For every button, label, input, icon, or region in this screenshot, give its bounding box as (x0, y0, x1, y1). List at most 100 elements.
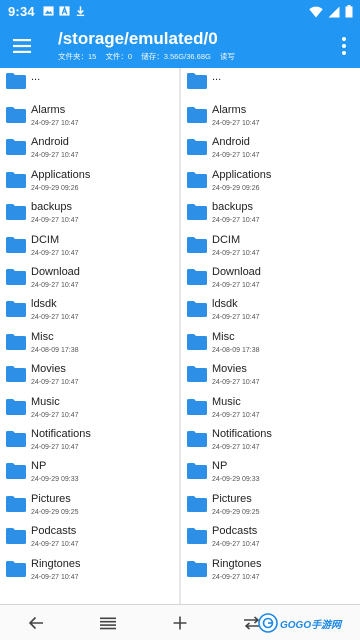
menu-button[interactable] (6, 30, 38, 62)
folder-name: Misc (31, 330, 54, 343)
folder-icon (6, 204, 26, 221)
download-icon (76, 6, 85, 17)
folder-name: backups (31, 201, 72, 214)
watermark-text: GOGO手游网 (280, 620, 342, 631)
back-arrow-icon (28, 616, 43, 630)
folder-item[interactable]: Ringtones 24-09-27 10:47 (0, 556, 179, 588)
folder-item[interactable]: backups 24-09-27 10:47 (181, 199, 360, 231)
folder-name: NP (31, 460, 47, 473)
folder-item[interactable]: Download 24-09-27 10:47 (0, 264, 179, 296)
battery-icon (345, 5, 353, 18)
folder-name: ldsdk (31, 298, 57, 311)
folder-item[interactable]: Ringtones 24-09-27 10:47 (181, 556, 360, 588)
folder-item[interactable]: NP 24-09-29 09:33 (0, 458, 179, 490)
watermark-badge-icon (258, 613, 278, 633)
add-button[interactable] (160, 608, 200, 638)
folder-name: Android (31, 136, 69, 149)
status-notification-icons (43, 5, 86, 17)
path-info: 文件夹：15 文件：0 储存：3.56G/36.68G 读写 (58, 51, 242, 62)
folder-item[interactable]: Alarms 24-09-27 10:47 (0, 102, 179, 134)
folder-icon (187, 431, 207, 447)
folder-modified-date: 24-09-27 10:47 (31, 541, 79, 549)
folder-icon (187, 171, 207, 188)
folder-item[interactable]: Pictures 24-09-29 09:25 (0, 491, 179, 523)
folder-item[interactable]: Alarms 24-09-27 10:47 (181, 102, 360, 134)
folder-modified-date: 24-09-27 10:47 (212, 152, 260, 160)
folder-item[interactable]: Download 24-09-27 10:47 (181, 264, 360, 296)
folder-item[interactable]: ldsdk 24-09-27 10:47 (0, 296, 179, 328)
current-path-title: /storage/emulated/0 (58, 29, 218, 48)
folder-item[interactable]: ldsdk 24-09-27 10:47 (181, 296, 360, 328)
folder-name: Notifications (31, 428, 91, 440)
folder-item[interactable]: Applications 24-09-29 09:26 (0, 167, 179, 199)
folder-name: backups (212, 201, 253, 214)
folder-icon (187, 269, 207, 285)
folder-icon (6, 495, 26, 512)
folder-icon (187, 301, 207, 318)
folder-item[interactable]: Movies 24-09-27 10:47 (181, 361, 360, 393)
folder-item[interactable]: Music 24-09-27 10:47 (181, 394, 360, 426)
folder-item[interactable]: Pictures 24-09-29 09:25 (181, 491, 360, 523)
back-button[interactable] (16, 608, 56, 638)
folder-item[interactable]: Android 24-09-27 10:47 (0, 134, 179, 166)
parent-folder-item[interactable]: ... (0, 68, 179, 100)
folder-item[interactable]: Notifications 24-09-27 10:47 (181, 426, 360, 458)
folder-modified-date: 24-09-27 10:47 (31, 411, 79, 419)
folder-modified-date: 24-09-29 09:33 (212, 476, 260, 484)
status-time: 9:34 (8, 4, 35, 19)
folder-icon (187, 139, 207, 156)
folder-modified-date: 24-09-29 09:26 (212, 184, 260, 192)
folder-item[interactable]: Applications 24-09-29 09:26 (181, 167, 360, 199)
folder-icon (6, 333, 26, 350)
folder-name: NP (212, 460, 228, 473)
folder-item[interactable]: Podcasts 24-09-27 10:47 (0, 523, 179, 555)
folder-icon (187, 333, 207, 350)
folder-item[interactable]: Misc 24-08-09 17:38 (0, 329, 179, 361)
folder-name: Android (212, 136, 250, 149)
folder-modified-date: 24-09-27 10:47 (212, 541, 260, 549)
folder-modified-date: 24-09-27 10:47 (212, 411, 260, 419)
folder-item[interactable]: Misc 24-08-09 17:38 (181, 329, 360, 361)
folder-item[interactable]: Notifications 24-09-27 10:47 (0, 426, 179, 458)
folder-modified-date: 24-09-27 10:47 (31, 120, 79, 127)
folder-icon (6, 366, 26, 383)
folder-name: Music (31, 395, 60, 408)
folder-icon (6, 398, 26, 415)
folder-modified-date: 24-08-09 17:38 (31, 346, 79, 354)
folder-item[interactable]: Music 24-09-27 10:47 (0, 394, 179, 426)
status-bar: 9:34 (0, 0, 360, 24)
watermark-logo: GOGO手游网 (258, 613, 354, 633)
right-pane[interactable]: ... Alarms 24-09-27 10:47 Android 24-09-27 1… (181, 68, 360, 604)
more-vert-icon[interactable] (338, 34, 350, 58)
folder-icon (6, 269, 26, 285)
folder-item[interactable]: Android 24-09-27 10:47 (181, 134, 360, 166)
folder-item[interactable]: backups 24-09-27 10:47 (0, 199, 179, 231)
status-system-icons (309, 5, 353, 18)
file-count: 文件：0 (105, 52, 133, 61)
storage-usage: 储存：3.56G/36.68G (141, 52, 211, 61)
folder-item[interactable]: Movies 24-09-27 10:47 (0, 361, 179, 393)
dual-pane-browser: ... Alarms 24-09-27 10:47 Android 24-09-27 1… (0, 68, 360, 604)
folder-modified-date: 24-09-27 10:47 (212, 444, 260, 451)
folder-item[interactable]: DCIM 24-09-27 10:47 (0, 232, 179, 264)
folder-name: Alarms (31, 104, 66, 116)
folder-name: Ringtones (31, 557, 81, 570)
folder-modified-date: 24-09-27 10:47 (212, 573, 260, 581)
folder-icon (6, 463, 26, 480)
folder-name: Pictures (31, 492, 71, 505)
folder-item[interactable]: NP 24-09-29 09:33 (181, 458, 360, 490)
folder-icon (6, 107, 26, 123)
folder-item[interactable]: DCIM 24-09-27 10:47 (181, 232, 360, 264)
folder-modified-date: 24-09-27 10:47 (31, 249, 79, 257)
folder-modified-date: 24-09-27 10:47 (212, 282, 260, 289)
folder-item[interactable]: Podcasts 24-09-27 10:47 (181, 523, 360, 555)
folder-name: Ringtones (212, 557, 262, 570)
folder-icon (6, 236, 26, 253)
folder-icon (6, 301, 26, 318)
parent-folder-item[interactable]: ... (181, 68, 360, 100)
list-button[interactable] (88, 608, 128, 638)
left-pane[interactable]: ... Alarms 24-09-27 10:47 Android 24-09-27 1… (0, 68, 179, 604)
folder-name: ldsdk (212, 298, 238, 311)
folder-modified-date: 24-09-27 10:47 (31, 573, 79, 581)
folder-name: Download (31, 266, 80, 278)
